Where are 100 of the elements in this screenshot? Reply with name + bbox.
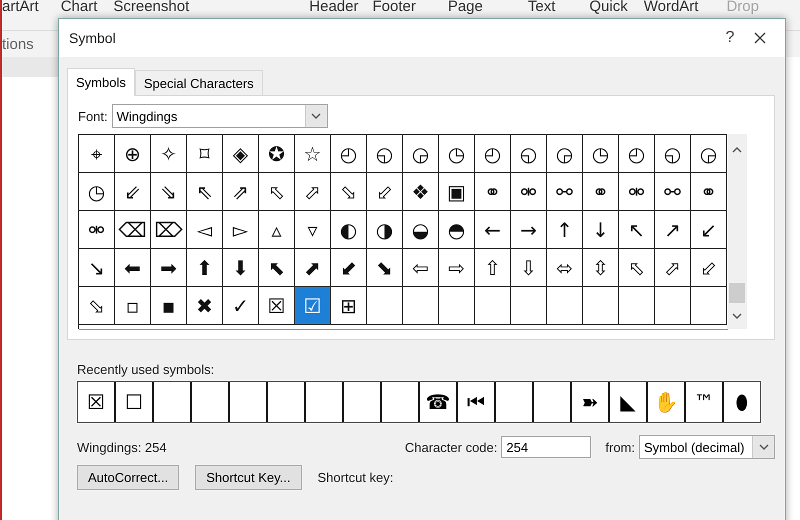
symbol-cell[interactable]: ▵ — [259, 211, 295, 249]
tab[interactable]: Symbols — [67, 68, 135, 96]
dialog-button[interactable]: AutoCorrect... — [77, 465, 180, 490]
symbol-cell[interactable]: ⚮ — [511, 173, 547, 211]
symbol-cell[interactable]: ↙ — [691, 211, 727, 249]
symbol-cell[interactable]: ⚭ — [475, 173, 511, 211]
tab[interactable]: Special Characters — [134, 70, 263, 96]
symbol-cell[interactable]: ⚭ — [583, 173, 619, 211]
symbol-cell[interactable]: ⬀ — [295, 173, 331, 211]
symbol-cell[interactable]: ◐ — [331, 211, 367, 249]
ribbon-label[interactable]: Page — [448, 0, 483, 14]
symbol-cell[interactable]: ⚮ — [79, 211, 115, 249]
symbol-cell[interactable]: ⇨ — [439, 249, 475, 287]
symbol-cell[interactable]: ◅ — [187, 211, 223, 249]
symbol-cell[interactable]: ← — [475, 211, 511, 249]
symbol-cell[interactable]: ⌑ — [187, 135, 223, 173]
symbol-cell[interactable]: ◷ — [583, 135, 619, 173]
symbol-cell[interactable]: ◓ — [439, 211, 475, 249]
symbol-cell[interactable]: ⬁ — [619, 249, 655, 287]
character-code-field[interactable]: 254 — [501, 436, 592, 458]
symbol-cell[interactable]: ⬃ — [691, 249, 727, 287]
symbol-cell[interactable]: ◴ — [331, 135, 367, 173]
symbol-cell[interactable]: ▣ — [439, 173, 475, 211]
symbol-cell[interactable]: ◵ — [511, 135, 547, 173]
symbol-cell[interactable]: ⬊ — [367, 249, 403, 287]
scrollbar[interactable] — [727, 134, 747, 329]
symbol-cell[interactable]: ⬋ — [331, 249, 367, 287]
symbol-cell[interactable]: ✪ — [259, 135, 295, 173]
symbol-cell[interactable]: ⬁ — [259, 173, 295, 211]
symbol-cell[interactable]: ➡ — [151, 249, 187, 287]
help-button[interactable]: ? — [715, 25, 745, 51]
symbol-cell[interactable]: ⚯ — [547, 173, 583, 211]
symbol-cell[interactable]: ✖ — [187, 287, 223, 325]
symbol-cell[interactable]: ◈ — [223, 135, 259, 173]
symbol-cell[interactable]: ⇖ — [187, 173, 223, 211]
symbol-cell[interactable]: ⇗ — [223, 173, 259, 211]
ribbon-label[interactable]: Header — [309, 0, 358, 14]
symbol-cell[interactable]: ⬂ — [331, 173, 367, 211]
symbol-cell[interactable]: ↗ — [655, 211, 691, 249]
scroll-down-icon[interactable] — [732, 313, 742, 320]
symbol-cell[interactable]: ⇘ — [151, 173, 187, 211]
recent-symbol[interactable]: ⬮ — [724, 382, 760, 422]
ribbon-label[interactable]: Chart — [60, 0, 98, 14]
symbol-cell[interactable]: ⇩ — [511, 249, 547, 287]
symbol-cell[interactable]: ⇧ — [475, 249, 511, 287]
symbol-cell[interactable]: ⊕ — [115, 135, 151, 173]
symbol-cell[interactable]: ⬉ — [259, 249, 295, 287]
ribbon-label[interactable]: WordArt — [644, 0, 698, 14]
symbol-cell[interactable]: ◒ — [403, 211, 439, 249]
symbol-cell[interactable]: ⬆ — [187, 249, 223, 287]
symbol-cell[interactable]: ◶ — [403, 135, 439, 173]
ribbon-label[interactable]: Text — [528, 0, 556, 14]
symbol-cell[interactable]: ⬇ — [223, 249, 259, 287]
symbol-cell[interactable]: ◶ — [691, 135, 727, 173]
symbol-cell[interactable]: → — [511, 211, 547, 249]
symbol-cell[interactable]: ⚮ — [619, 173, 655, 211]
symbol-cell[interactable]: ⬈ — [295, 249, 331, 287]
symbol-cell[interactable]: ◵ — [367, 135, 403, 173]
symbol-cell[interactable]: ☑ — [295, 287, 331, 325]
dialog-button[interactable]: Shortcut Key... — [195, 465, 302, 490]
symbol-cell[interactable]: ↘ — [79, 249, 115, 287]
ribbon-label[interactable]: Screenshot — [113, 0, 190, 14]
symbol-cell[interactable]: ⇦ — [403, 249, 439, 287]
scroll-thumb[interactable] — [729, 283, 745, 303]
symbol-cell[interactable]: ◴ — [619, 135, 655, 173]
symbol-cell[interactable]: ⚯ — [655, 173, 691, 211]
scroll-up-icon[interactable] — [732, 146, 742, 153]
font-dropdown[interactable]: Wingdings — [112, 104, 328, 128]
symbol-cell[interactable]: ⬄ — [547, 249, 583, 287]
symbol-cell[interactable]: ☆ — [295, 135, 331, 173]
symbol-cell[interactable]: ↑ — [547, 211, 583, 249]
from-dropdown[interactable]: Symbol (decimal) — [639, 435, 775, 459]
symbol-cell[interactable]: ⊞ — [331, 287, 367, 325]
symbol-cell[interactable]: ⇳ — [583, 249, 619, 287]
symbol-cell[interactable]: ◶ — [547, 135, 583, 173]
ribbon-label[interactable]: artArt — [2, 0, 39, 14]
symbol-cell[interactable]: ◴ — [475, 135, 511, 173]
symbol-cell[interactable]: ⚭ — [691, 173, 727, 211]
symbol-cell[interactable]: ⬅ — [115, 249, 151, 287]
symbol-cell[interactable]: ◑ — [367, 211, 403, 249]
ribbon-label[interactable]: Footer — [372, 0, 416, 14]
symbol-cell[interactable]: ⌦ — [151, 211, 187, 249]
symbol-cell[interactable]: ⬀ — [655, 249, 691, 287]
symbol-cell[interactable]: ◵ — [655, 135, 691, 173]
symbol-cell[interactable]: ✓ — [223, 287, 259, 325]
symbol-cell[interactable]: ↓ — [583, 211, 619, 249]
symbol-cell[interactable]: ▿ — [295, 211, 331, 249]
symbol-cell[interactable]: ▫ — [115, 287, 151, 325]
symbol-cell[interactable]: ◷ — [79, 173, 115, 211]
symbol-cell[interactable]: ▻ — [223, 211, 259, 249]
symbol-cell[interactable]: ↖ — [619, 211, 655, 249]
ribbon-label[interactable]: Quick — [589, 0, 628, 14]
symbol-cell[interactable]: ✧ — [151, 135, 187, 173]
symbol-cell[interactable]: ❖ — [403, 173, 439, 211]
symbol-cell[interactable]: ⌖ — [79, 135, 115, 173]
symbol-cell[interactable]: ⬃ — [367, 173, 403, 211]
symbol-cell[interactable]: ◷ — [439, 135, 475, 173]
symbol-cell[interactable]: ⌫ — [115, 211, 151, 249]
symbol-cell[interactable]: ⬂ — [79, 287, 115, 325]
symbol-cell[interactable]: ⇙ — [115, 173, 151, 211]
